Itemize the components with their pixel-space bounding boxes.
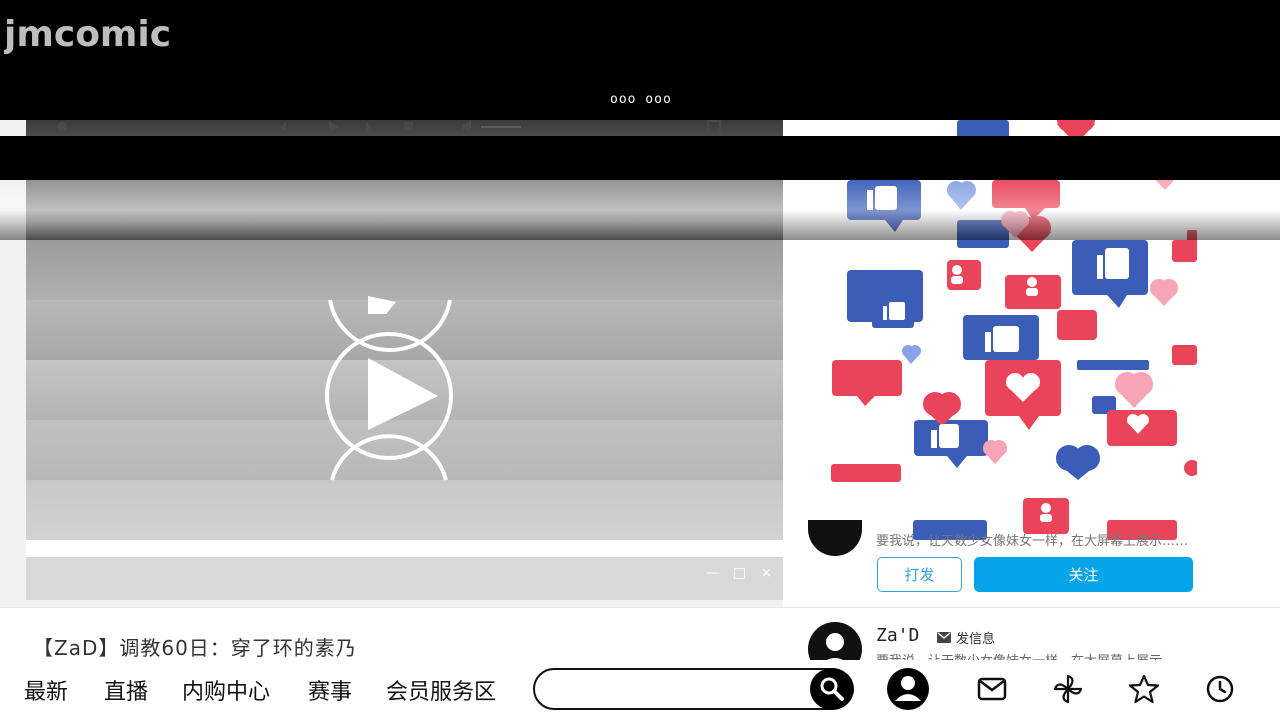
- search-button[interactable]: [810, 668, 854, 710]
- svg-text:jmcomic: jmcomic: [4, 14, 171, 54]
- history-button[interactable]: [1198, 667, 1242, 711]
- minimize-icon[interactable]: —: [706, 565, 720, 581]
- send-message-link[interactable]: 发信息: [937, 628, 995, 647]
- nav-link-events[interactable]: 赛事: [308, 674, 352, 706]
- search-input[interactable]: [553, 676, 803, 702]
- app-root: — □ × 要我说，让天数少女像妹女一样，在大屏幕上展示…… 打发 关注 【Za…: [0, 0, 1280, 720]
- favorites-button[interactable]: [1122, 667, 1166, 711]
- nav-link-live[interactable]: 直播: [104, 674, 148, 706]
- mail-icon: [977, 677, 1007, 701]
- author-card: 要我说，让天数少女像妹女一样，在大屏幕上展示……: [808, 520, 1268, 560]
- send-message-label: 发信息: [956, 632, 996, 647]
- user-button[interactable]: [886, 667, 930, 711]
- close-icon[interactable]: ×: [760, 565, 773, 581]
- top-header: jmcomic ooo ooo: [0, 0, 1280, 120]
- avatar[interactable]: [808, 520, 862, 556]
- pinwheel-button[interactable]: [1046, 667, 1090, 711]
- user-icon: [887, 668, 929, 710]
- maximize-icon[interactable]: □: [733, 565, 746, 581]
- nav-link-shop[interactable]: 内购中心: [182, 674, 270, 706]
- search-box: [533, 668, 853, 710]
- author-name[interactable]: Za'D: [876, 625, 919, 646]
- follow-button[interactable]: 关注: [974, 557, 1193, 592]
- site-logo[interactable]: jmcomic: [4, 10, 204, 54]
- header-shade: [0, 136, 1280, 180]
- tip-button[interactable]: 打发: [877, 557, 962, 592]
- star-icon: [1128, 674, 1160, 704]
- window-controls: — □ ×: [706, 565, 773, 581]
- author-intro: 要我说，让天数少女像妹女一样，在大屏幕上展示……: [876, 534, 1189, 549]
- promo-image[interactable]: [807, 120, 1197, 540]
- search-icon: [820, 677, 844, 701]
- post-title[interactable]: 【ZaD】调教60日：穿了环的素乃: [33, 632, 357, 661]
- header-indicator: ooo ooo: [610, 92, 672, 107]
- mail-icon: [937, 632, 951, 643]
- mail-button[interactable]: [970, 667, 1014, 711]
- pinwheel-icon: [1053, 674, 1083, 704]
- nav-link-latest[interactable]: 最新: [24, 674, 68, 706]
- clock-icon: [1206, 675, 1234, 703]
- nav-link-membership[interactable]: 会员服务区: [386, 674, 496, 706]
